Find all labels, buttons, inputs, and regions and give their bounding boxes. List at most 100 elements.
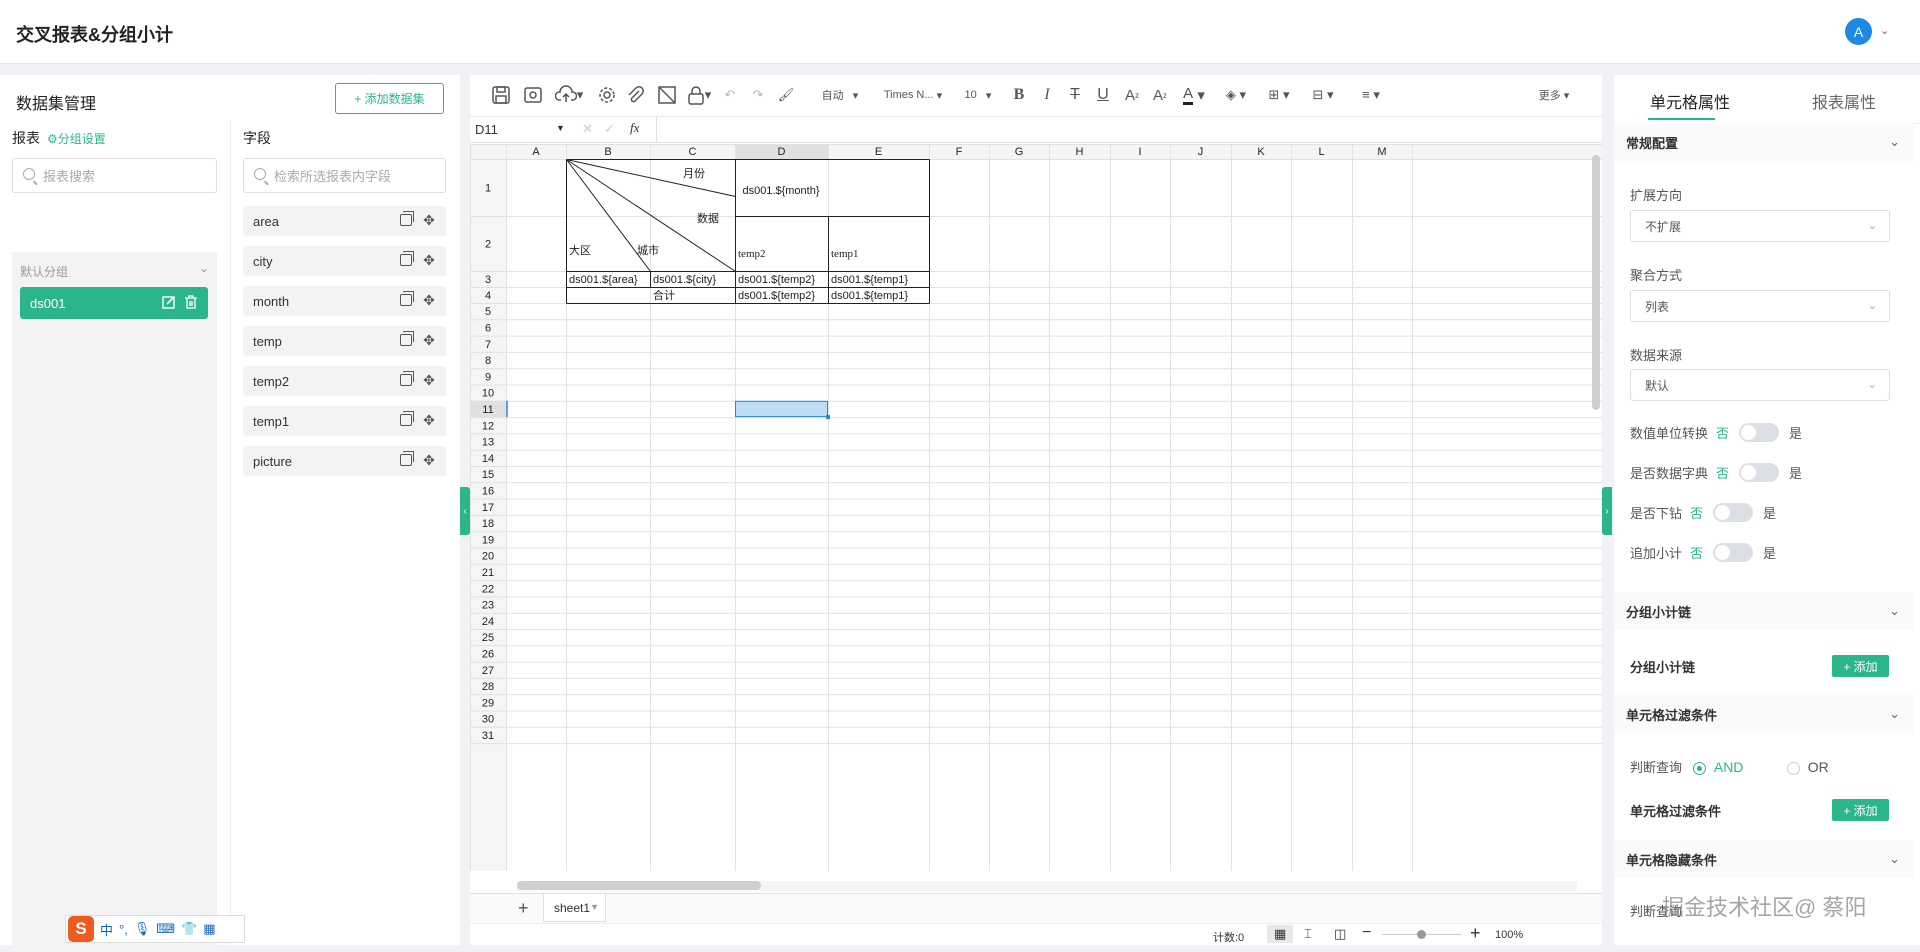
move-icon[interactable]: ✥ [422, 293, 436, 308]
punctuation-icon[interactable]: °, [119, 922, 128, 937]
copy-icon[interactable] [400, 451, 414, 466]
font-color-icon[interactable]: A ▾ [1178, 84, 1210, 106]
cell-b3[interactable]: ds001.${area} [569, 274, 638, 286]
or-radio[interactable] [1786, 762, 1800, 776]
cell-e3[interactable]: ds001.${temp1} [831, 274, 908, 286]
cell-d4[interactable]: ds001.${temp2} [738, 290, 815, 302]
field-item[interactable]: temp ✥ [243, 326, 446, 356]
selected-cell[interactable] [735, 400, 828, 418]
cell-c4[interactable]: 合计 [653, 288, 675, 302]
chevron-down-icon[interactable]: ⌄ [199, 261, 209, 275]
data-source-select[interactable]: 默认 ⌄ [1630, 369, 1890, 401]
superscript-icon[interactable]: Az [1150, 84, 1170, 106]
move-icon[interactable]: ✥ [422, 373, 436, 388]
bold-icon[interactable]: B [1010, 84, 1028, 106]
delete-icon[interactable] [184, 295, 198, 309]
horizontal-scroll-thumb[interactable] [517, 881, 761, 890]
header-cell-region[interactable]: 大区 [569, 243, 591, 257]
tab-cell-properties[interactable]: 单元格属性 [1650, 89, 1730, 113]
section-hide[interactable]: 单元格隐藏条件 ⌄ [1614, 840, 1914, 878]
add-subtotal-button[interactable]: + 添加 [1832, 655, 1889, 677]
move-icon[interactable]: ✥ [422, 453, 436, 468]
group-settings-link[interactable]: ⚙分组设置 [47, 130, 106, 147]
header-cell-data[interactable]: 数据 [697, 211, 719, 225]
keyboard-icon[interactable]: ⌨ [156, 921, 175, 937]
cell-d1[interactable]: ds001.${month} [742, 185, 819, 197]
ime-language[interactable]: 中 [100, 920, 113, 939]
chevron-down-icon[interactable]: ▼ [590, 902, 599, 912]
font-size-select[interactable]: 10 ▾ [958, 84, 998, 106]
subscript-icon[interactable]: Az [1122, 84, 1142, 106]
aggregation-select[interactable]: 列表 ⌄ [1630, 290, 1890, 322]
redo-icon[interactable]: ↷ [748, 84, 768, 106]
drill-down-toggle[interactable] [1713, 503, 1754, 522]
save-icon[interactable] [490, 84, 512, 106]
align-icon[interactable]: ≡ ▾ [1354, 84, 1388, 106]
move-icon[interactable]: ✥ [422, 213, 436, 228]
ime-logo[interactable]: S [68, 916, 94, 942]
append-subtotal-toggle[interactable] [1713, 543, 1754, 562]
report-search-input[interactable]: 报表搜索 [12, 158, 217, 193]
field-item[interactable]: picture ✥ [243, 446, 446, 476]
chevron-down-icon[interactable]: ⌄ [1889, 603, 1900, 619]
add-dataset-button[interactable]: + 添加数据集 [335, 83, 444, 114]
cell-c3[interactable]: ds001.${city} [653, 274, 716, 286]
merge-cells-icon[interactable]: ⊟ ▾ [1306, 84, 1340, 106]
chevron-down-icon[interactable]: ⌄ [1889, 134, 1900, 150]
cell-e4[interactable]: ds001.${temp1} [831, 290, 908, 302]
page-break-icon[interactable]: ⌶ [1304, 926, 1312, 942]
skin-icon[interactable]: 👕 [181, 921, 197, 937]
expand-direction-select[interactable]: 不扩展 ⌄ [1630, 210, 1890, 242]
copy-icon[interactable] [400, 291, 414, 306]
cell-reference-box[interactable]: D11 [475, 122, 498, 137]
collapse-right-handle[interactable]: › [1602, 487, 1612, 535]
field-item[interactable]: city ✥ [243, 246, 446, 276]
tab-report-properties[interactable]: 报表属性 [1812, 89, 1876, 113]
move-icon[interactable]: ✥ [422, 413, 436, 428]
more-menu[interactable]: 更多 ▾ [1534, 84, 1574, 106]
border-icon[interactable]: ⊞ ▾ [1262, 84, 1296, 106]
page-layout-icon[interactable]: ◫ [1334, 926, 1346, 942]
formula-input[interactable] [660, 119, 1600, 141]
chevron-down-icon[interactable]: ⌄ [1889, 851, 1900, 867]
unit-conversion-toggle[interactable] [1739, 423, 1780, 442]
copy-icon[interactable] [400, 211, 414, 226]
field-item[interactable]: temp2 ✥ [243, 366, 446, 396]
fx-icon[interactable]: fx [630, 120, 639, 136]
section-subtotal[interactable]: 分组小计链 ⌄ [1614, 592, 1914, 630]
dataset-item[interactable]: ds001 [20, 287, 208, 319]
field-item[interactable]: area ✥ [243, 206, 446, 236]
section-filter[interactable]: 单元格过滤条件 ⌄ [1614, 695, 1914, 733]
add-filter-button[interactable]: + 添加 [1832, 799, 1889, 821]
upload-icon[interactable]: ▾ [554, 84, 584, 106]
copy-icon[interactable] [400, 331, 414, 346]
normal-view-icon[interactable]: ▦ [1267, 925, 1293, 943]
attachment-icon[interactable] [624, 84, 646, 106]
chevron-down-icon[interactable]: ⌄ [1880, 24, 1889, 37]
apps-icon[interactable]: ▦ [203, 921, 215, 937]
default-group-label[interactable]: 默认分组 [20, 263, 68, 280]
move-icon[interactable]: ✥ [422, 333, 436, 348]
strikethrough-icon[interactable]: T [1066, 84, 1084, 106]
copy-icon[interactable] [400, 371, 414, 386]
move-icon[interactable]: ✥ [422, 253, 436, 268]
edit-icon[interactable] [162, 295, 176, 309]
zoom-in-icon[interactable]: + [1470, 923, 1481, 944]
confirm-icon[interactable]: ✓ [604, 121, 615, 137]
section-general[interactable]: 常规配置 ⌄ [1614, 123, 1914, 161]
header-cell-month[interactable]: 月份 [683, 167, 705, 180]
gear-icon[interactable] [596, 84, 618, 106]
diagonal-border-icon[interactable] [656, 84, 678, 106]
vertical-scroll-thumb[interactable] [1592, 155, 1600, 410]
add-sheet-icon[interactable]: + [518, 898, 529, 919]
chevron-down-icon[interactable]: ⌄ [1889, 706, 1900, 722]
microphone-icon[interactable]: 🎙 [134, 921, 151, 937]
copy-icon[interactable] [400, 411, 414, 426]
underline-icon[interactable]: U [1094, 84, 1112, 106]
number-format-select[interactable]: 自动 ▾ [810, 84, 870, 106]
field-search-input[interactable]: 检索所选报表内字段 [243, 158, 446, 193]
field-item[interactable]: month ✥ [243, 286, 446, 316]
preview-icon[interactable] [522, 84, 544, 106]
cell-reference-dropdown-icon[interactable]: ▼ [556, 123, 565, 133]
collapse-left-handle[interactable]: ‹ [460, 487, 470, 535]
